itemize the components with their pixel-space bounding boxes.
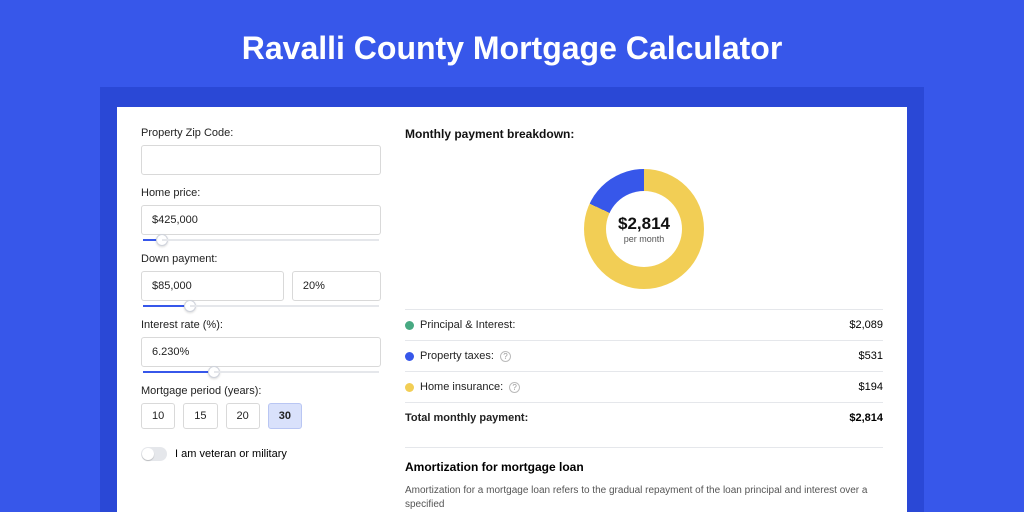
period-option-10[interactable]: 10 <box>141 403 175 429</box>
zip-input[interactable] <box>141 145 381 175</box>
dot-icon <box>405 321 414 330</box>
calculator-panel: Property Zip Code: Home price: Down paym… <box>117 107 907 512</box>
veteran-toggle[interactable] <box>141 447 167 461</box>
home-price-input[interactable] <box>141 205 381 235</box>
period-option-15[interactable]: 15 <box>183 403 217 429</box>
breakdown-row-principal: Principal & Interest: $2,089 <box>405 309 883 340</box>
down-payment-slider[interactable] <box>143 305 379 307</box>
amortization-heading: Amortization for mortgage loan <box>405 447 883 474</box>
breakdown-total-value: $2,814 <box>849 412 883 424</box>
veteran-label: I am veteran or military <box>175 448 287 460</box>
slider-thumb-icon[interactable] <box>208 366 220 378</box>
breakdown-value: $194 <box>859 381 883 393</box>
breakdown-total-label: Total monthly payment: <box>405 412 528 424</box>
breakdown-label: Home insurance: <box>420 381 503 393</box>
interest-rate-label: Interest rate (%): <box>141 319 381 331</box>
breakdown-row-insurance: Home insurance: ? $194 <box>405 371 883 402</box>
home-price-label: Home price: <box>141 187 381 199</box>
zip-block: Property Zip Code: <box>141 127 381 175</box>
period-block: Mortgage period (years): 10 15 20 30 <box>141 385 381 429</box>
help-icon[interactable]: ? <box>509 382 520 393</box>
period-option-30[interactable]: 30 <box>268 403 302 429</box>
breakdown-row-total: Total monthly payment: $2,814 <box>405 402 883 433</box>
input-column: Property Zip Code: Home price: Down paym… <box>141 127 381 512</box>
interest-rate-block: Interest rate (%): <box>141 319 381 373</box>
breakdown-heading: Monthly payment breakdown: <box>405 127 883 151</box>
breakdown-column: Monthly payment breakdown: $2,814 per mo… <box>405 127 883 512</box>
breakdown-value: $531 <box>859 350 883 362</box>
zip-label: Property Zip Code: <box>141 127 381 139</box>
help-icon[interactable]: ? <box>500 351 511 362</box>
interest-rate-slider[interactable] <box>143 371 379 373</box>
period-label: Mortgage period (years): <box>141 385 381 397</box>
down-payment-block: Down payment: <box>141 253 381 307</box>
down-payment-label: Down payment: <box>141 253 381 265</box>
dot-icon <box>405 352 414 361</box>
down-payment-percent-input[interactable] <box>292 271 381 301</box>
donut-sub: per month <box>624 234 665 244</box>
veteran-toggle-row: I am veteran or military <box>141 447 381 461</box>
home-price-block: Home price: <box>141 187 381 241</box>
donut-amount: $2,814 <box>618 214 670 234</box>
period-options: 10 15 20 30 <box>141 403 381 429</box>
home-price-slider[interactable] <box>143 239 379 241</box>
page-title: Ravalli County Mortgage Calculator <box>0 0 1024 87</box>
inner-band: Property Zip Code: Home price: Down paym… <box>100 87 924 512</box>
breakdown-label: Property taxes: <box>420 350 494 362</box>
donut-center: $2,814 per month <box>606 191 682 267</box>
down-payment-amount-input[interactable] <box>141 271 284 301</box>
slider-thumb-icon[interactable] <box>156 234 168 246</box>
breakdown-value: $2,089 <box>849 319 883 331</box>
breakdown-row-taxes: Property taxes: ? $531 <box>405 340 883 371</box>
dot-icon <box>405 383 414 392</box>
period-option-20[interactable]: 20 <box>226 403 260 429</box>
breakdown-label: Principal & Interest: <box>420 319 515 331</box>
slider-thumb-icon[interactable] <box>184 300 196 312</box>
breakdown-donut-chart: $2,814 per month <box>584 169 704 289</box>
interest-rate-input[interactable] <box>141 337 381 367</box>
amortization-text: Amortization for a mortgage loan refers … <box>405 484 883 512</box>
